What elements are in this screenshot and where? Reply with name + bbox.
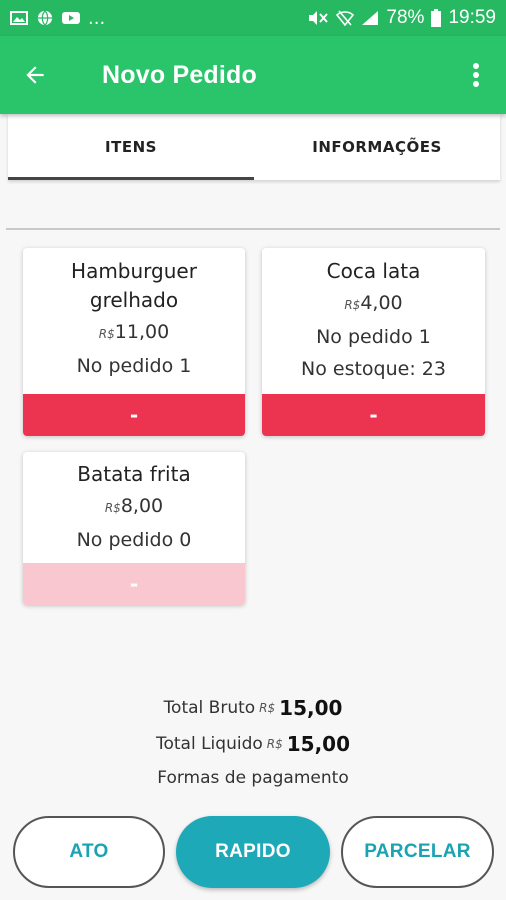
- currency-symbol: R$: [98, 327, 115, 341]
- net-total-value: 15,00: [286, 732, 351, 756]
- more-options-button[interactable]: [446, 36, 506, 114]
- product-card[interactable]: Hamburguer grelhado R$11,00 No pedido 1 …: [23, 248, 245, 436]
- price-value: 4,00: [360, 292, 403, 314]
- status-bar: ... 78% 19:59: [0, 0, 506, 36]
- currency-symbol: R$: [104, 501, 121, 515]
- battery-percentage: 78%: [386, 7, 425, 28]
- tab-informacoes[interactable]: INFORMAÇÕES: [254, 114, 500, 180]
- product-price: R$4,00: [262, 292, 485, 314]
- signal-icon: [362, 11, 379, 25]
- status-overflow: ...: [88, 7, 106, 29]
- decrease-button[interactable]: -: [262, 394, 485, 436]
- youtube-icon: [62, 12, 80, 24]
- totals-section: Total Bruto R$ 15,00 Total Liquido R$ 15,0…: [0, 690, 506, 794]
- rapido-button[interactable]: RAPIDO: [176, 816, 330, 888]
- price-value: 11,00: [114, 321, 170, 343]
- ordered-quantity: No pedido 1: [262, 326, 485, 348]
- decrease-button[interactable]: -: [23, 394, 245, 436]
- tab-bar: ITENS INFORMAÇÕES: [8, 114, 500, 180]
- payment-methods-label: Formas de pagamento: [157, 768, 349, 788]
- product-card[interactable]: Batata frita R$8,00 No pedido 0 -: [23, 452, 245, 605]
- globe-icon: [37, 10, 53, 26]
- product-name: Hamburguer grelhado: [71, 259, 197, 312]
- net-total-label: Total Liquido: [155, 734, 263, 754]
- ordered-quantity: No pedido 1: [23, 355, 245, 377]
- ato-button[interactable]: ATO: [13, 816, 165, 888]
- currency-symbol: R$: [344, 298, 361, 312]
- ordered-label: No pedido: [76, 355, 174, 377]
- stock-count: 23: [421, 358, 446, 380]
- image-icon: [10, 11, 28, 25]
- divider: [6, 228, 500, 230]
- currency-symbol: R$: [259, 701, 276, 715]
- product-price: R$8,00: [23, 495, 245, 517]
- gross-total-value: 15,00: [279, 696, 343, 720]
- back-button[interactable]: [0, 36, 70, 114]
- mute-icon: [309, 11, 329, 25]
- stock-quantity: No estoque: 23: [262, 358, 485, 380]
- ordered-label: No pedido: [316, 326, 413, 348]
- arrow-back-icon: [26, 66, 44, 84]
- product-name: Batata frita: [77, 462, 191, 486]
- ordered-label: No pedido: [76, 529, 174, 551]
- parcelar-button[interactable]: PARCELAR: [341, 816, 494, 888]
- ordered-quantity: No pedido 0: [23, 529, 245, 551]
- more-vert-icon: [473, 63, 479, 87]
- battery-icon: [431, 9, 442, 27]
- page-title: Novo Pedido: [102, 60, 257, 89]
- ordered-count: 0: [179, 529, 192, 551]
- wifi-off-icon: [336, 10, 355, 26]
- status-time: 19:59: [448, 7, 496, 28]
- product-name: Coca lata: [326, 259, 421, 283]
- ordered-count: 1: [179, 355, 192, 377]
- tab-itens[interactable]: ITENS: [8, 114, 254, 180]
- stock-label: No estoque:: [301, 358, 416, 380]
- price-value: 8,00: [120, 495, 164, 517]
- app-bar: Novo Pedido: [0, 36, 506, 114]
- gross-total: Total Bruto R$ 15,00: [0, 690, 506, 726]
- product-card[interactable]: Coca lata R$4,00 No pedido 1 No estoque:…: [262, 248, 485, 436]
- currency-symbol: R$: [266, 737, 283, 751]
- decrease-button-disabled[interactable]: -: [23, 563, 245, 605]
- net-total: Total Liquido R$ 15,00: [0, 726, 506, 762]
- product-price: R$11,00: [23, 321, 245, 343]
- ordered-count: 1: [418, 326, 431, 348]
- gross-total-label: Total Bruto: [163, 698, 256, 718]
